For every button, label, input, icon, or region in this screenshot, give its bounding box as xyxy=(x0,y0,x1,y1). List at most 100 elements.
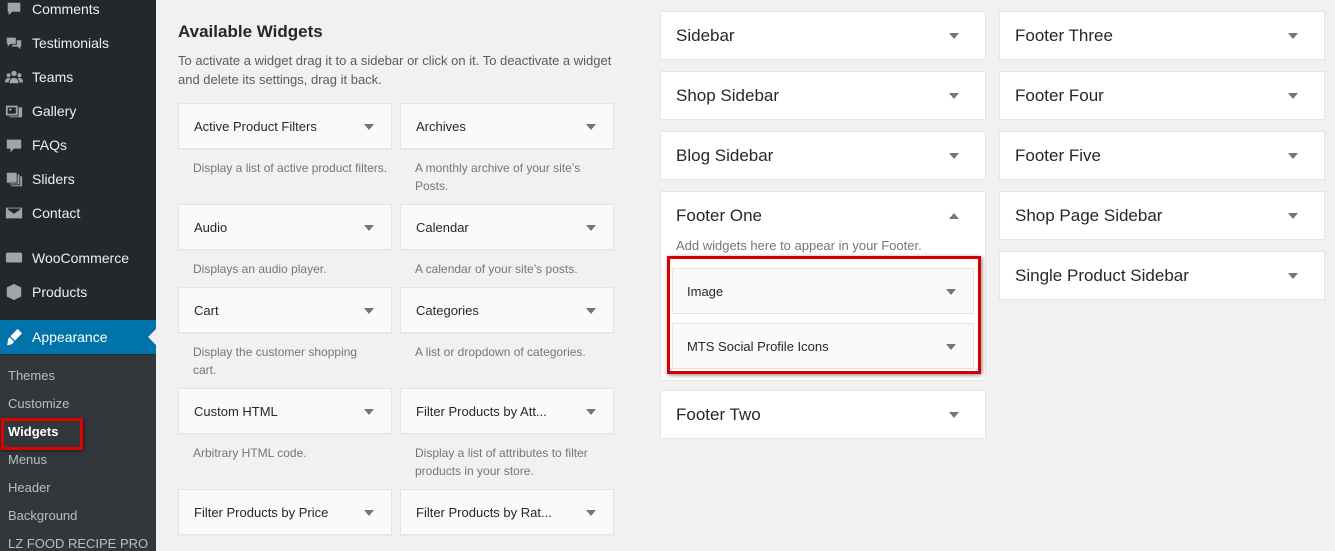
chevron-down-icon[interactable] xyxy=(1288,33,1298,39)
chevron-down-icon[interactable] xyxy=(586,308,596,314)
widget-title: Filter Products by Rat... xyxy=(416,505,552,520)
chevron-down-icon[interactable] xyxy=(1288,93,1298,99)
widget-active-product-filters[interactable]: Active Product Filters xyxy=(178,103,392,149)
widget-title: Active Product Filters xyxy=(194,119,317,134)
sidebar-area-single-product-sidebar[interactable]: Single Product Sidebar xyxy=(999,251,1325,300)
widget-filter-products-by-rating[interactable]: Filter Products by Rat... xyxy=(400,489,614,535)
widget-calendar[interactable]: Calendar xyxy=(400,204,614,250)
teams-icon xyxy=(5,68,23,86)
menu-item-label: WooCommerce xyxy=(32,250,129,266)
sidebar-area-shop-page-sidebar[interactable]: Shop Page Sidebar xyxy=(999,191,1325,240)
sidebar-area-footer-five[interactable]: Footer Five xyxy=(999,131,1325,180)
admin-menu: Comments Testimonials Teams Gallery FAQs… xyxy=(0,0,156,551)
sidebar-description: Add widgets here to appear in your Foote… xyxy=(676,238,922,253)
products-icon xyxy=(5,283,23,301)
widget-description: Display the customer shopping cart. xyxy=(193,345,358,377)
menu-item-testimonials[interactable]: Testimonials xyxy=(0,26,156,60)
chevron-down-icon[interactable] xyxy=(949,33,959,39)
widget-description: Arbitrary HTML code. xyxy=(193,446,307,460)
chevron-down-icon[interactable] xyxy=(364,225,374,231)
chevron-down-icon[interactable] xyxy=(1288,213,1298,219)
sidebar-title: Footer Five xyxy=(1015,146,1101,165)
submenu-themes[interactable]: Themes xyxy=(8,368,55,383)
widget-audio[interactable]: Audio xyxy=(178,204,392,250)
menu-item-contact[interactable]: Contact xyxy=(0,196,156,230)
sidebar-title: Sidebar xyxy=(676,26,735,45)
menu-item-faqs[interactable]: FAQs xyxy=(0,128,156,162)
menu-item-label: Comments xyxy=(32,1,100,17)
widget-filter-products-by-attribute[interactable]: Filter Products by Att... xyxy=(400,388,614,434)
menu-item-appearance[interactable]: Appearance xyxy=(0,320,156,354)
menu-item-label: Sliders xyxy=(32,171,75,187)
chevron-down-icon[interactable] xyxy=(364,510,374,516)
submenu-background[interactable]: Background xyxy=(8,508,77,523)
menu-item-comments[interactable]: Comments xyxy=(0,0,156,26)
comments-icon xyxy=(5,0,23,18)
widget-description: Displays an audio player. xyxy=(193,262,327,276)
chevron-down-icon[interactable] xyxy=(949,153,959,159)
sidebar-title: Single Product Sidebar xyxy=(1015,266,1189,285)
available-widgets-description: To activate a widget drag it to a sideba… xyxy=(178,53,612,87)
widget-title: Archives xyxy=(416,119,466,134)
chevron-down-icon[interactable] xyxy=(1288,153,1298,159)
contact-icon xyxy=(5,204,23,222)
sidebar-title: Footer Three xyxy=(1015,26,1113,45)
menu-item-label: FAQs xyxy=(32,137,68,153)
menu-item-products[interactable]: Products xyxy=(0,275,156,309)
widget-title: Custom HTML xyxy=(194,404,278,419)
chevron-down-icon[interactable] xyxy=(586,225,596,231)
chevron-down-icon[interactable] xyxy=(364,409,374,415)
widgets-highlight-box xyxy=(1,418,83,450)
widget-title: Categories xyxy=(416,303,479,318)
submenu-header[interactable]: Header xyxy=(8,480,51,495)
sidebar-area-shop-sidebar[interactable]: Shop Sidebar xyxy=(660,71,986,120)
widget-archives[interactable]: Archives xyxy=(400,103,614,149)
widget-cart[interactable]: Cart xyxy=(178,287,392,333)
menu-item-sliders[interactable]: Sliders xyxy=(0,162,156,196)
menu-item-label: Products xyxy=(32,284,88,300)
widget-custom-html[interactable]: Custom HTML xyxy=(178,388,392,434)
widget-title: Audio xyxy=(194,220,228,235)
sidebar-title: Blog Sidebar xyxy=(676,146,774,165)
widget-filter-products-by-price[interactable]: Filter Products by Price xyxy=(178,489,392,535)
menu-item-label: Contact xyxy=(32,205,81,221)
chevron-down-icon[interactable] xyxy=(364,124,374,130)
chevron-down-icon[interactable] xyxy=(949,93,959,99)
sliders-icon xyxy=(5,170,23,188)
submenu-customize[interactable]: Customize xyxy=(8,396,69,411)
menu-item-label: Testimonials xyxy=(32,35,110,51)
chevron-down-icon[interactable] xyxy=(586,510,596,516)
submenu-lz-food-recipe-pro[interactable]: LZ FOOD RECIPE PRO xyxy=(8,536,148,551)
widget-categories[interactable]: Categories xyxy=(400,287,614,333)
menu-item-label: Appearance xyxy=(32,329,108,345)
menu-item-woocommerce[interactable]: WooCommerce xyxy=(0,241,156,275)
appearance-icon xyxy=(5,328,23,346)
widget-description: Display a list of attributes to filter p… xyxy=(415,446,588,478)
widget-description: Display a list of active product filters… xyxy=(193,161,388,175)
sidebar-area-footer-two[interactable]: Footer Two xyxy=(660,390,986,439)
chevron-down-icon[interactable] xyxy=(364,308,374,314)
sidebar-title: Shop Page Sidebar xyxy=(1015,206,1163,225)
menu-item-gallery[interactable]: Gallery xyxy=(0,94,156,128)
chevron-down-icon[interactable] xyxy=(949,412,959,418)
sidebar-title: Footer One xyxy=(676,206,762,225)
menu-item-teams[interactable]: Teams xyxy=(0,60,156,94)
submenu-menus[interactable]: Menus xyxy=(8,452,47,467)
sidebar-area-blog-sidebar[interactable]: Blog Sidebar xyxy=(660,131,986,180)
current-menu-arrow xyxy=(148,329,156,345)
sidebar-area-footer-three[interactable]: Footer Three xyxy=(999,11,1325,60)
menu-item-label: Teams xyxy=(32,69,74,85)
appearance-submenu: Themes Customize Widgets Menus Header Ba… xyxy=(0,355,156,551)
sidebar-area-sidebar[interactable]: Sidebar xyxy=(660,11,986,60)
widget-description: A calendar of your site’s posts. xyxy=(415,262,578,276)
chevron-up-icon[interactable] xyxy=(949,213,959,219)
sidebar-title: Footer Four xyxy=(1015,86,1104,105)
sidebar-area-footer-four[interactable]: Footer Four xyxy=(999,71,1325,120)
widget-description: A list or dropdown of categories. xyxy=(415,345,586,359)
chevron-down-icon[interactable] xyxy=(586,124,596,130)
widget-title: Filter Products by Att... xyxy=(416,404,547,419)
chevron-down-icon[interactable] xyxy=(1288,273,1298,279)
chevron-down-icon[interactable] xyxy=(586,409,596,415)
gallery-icon xyxy=(5,102,23,120)
testimonials-icon xyxy=(5,34,23,52)
